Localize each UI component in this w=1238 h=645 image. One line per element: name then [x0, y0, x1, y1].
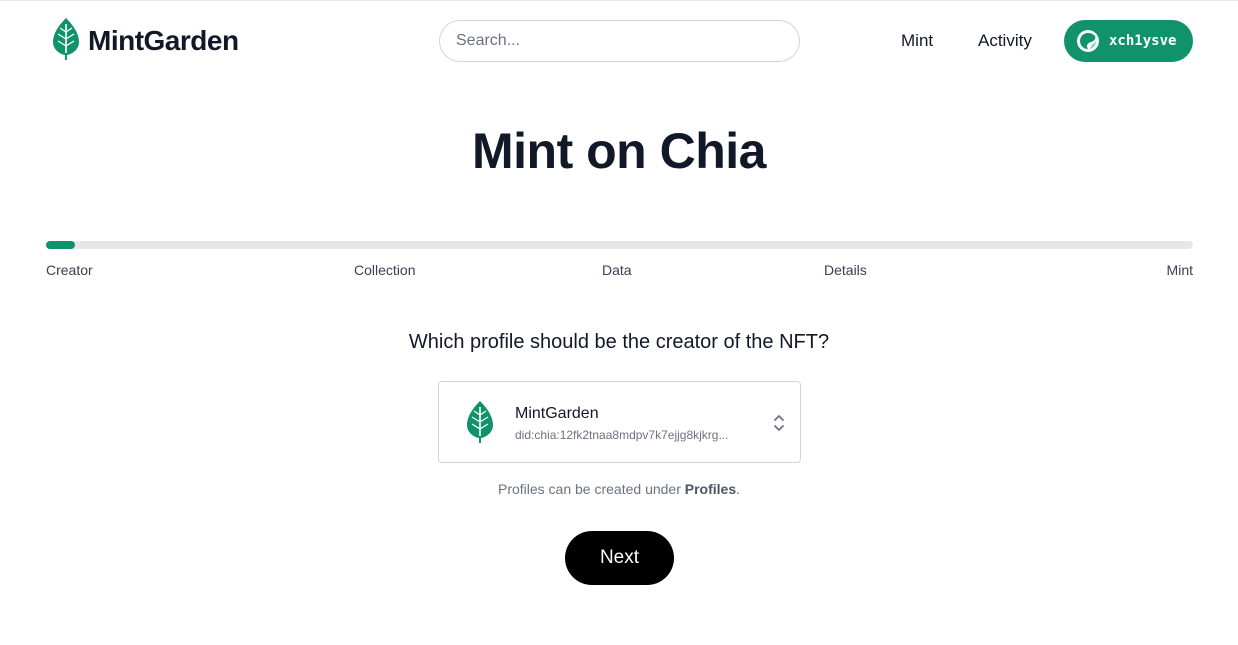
leaf-icon: [53, 17, 79, 65]
step-data: Data: [602, 262, 632, 278]
site-header: MintGarden Mint Activity xch1ysve: [0, 0, 1238, 82]
hint-suffix: .: [736, 481, 741, 497]
profiles-link[interactable]: Profiles: [685, 481, 736, 497]
wallet-button[interactable]: xch1ysve: [1064, 20, 1193, 62]
leaf-icon: [467, 401, 493, 443]
wallet-address: xch1ysve: [1109, 33, 1177, 49]
profiles-hint: Profiles can be created under Profiles.: [0, 481, 1238, 497]
step-details: Details: [824, 262, 867, 278]
profile-select[interactable]: MintGarden did:chia:12fk2tnaa8mdpv7k7ejj…: [438, 381, 801, 463]
progress-fill: [46, 241, 75, 249]
nav-mint-link[interactable]: Mint: [901, 20, 933, 62]
hint-prefix: Profiles can be created under: [497, 481, 685, 497]
logo-text: MintGarden: [88, 25, 239, 56]
step-collection: Collection: [354, 262, 416, 278]
chevron-up-down-icon: [772, 412, 786, 434]
page-title: Mint on Chia: [472, 123, 766, 179]
progress-bar: [46, 241, 1193, 249]
creator-question: Which profile should be the creator of t…: [408, 331, 830, 353]
wallet-avatar-icon: [1076, 29, 1100, 53]
profile-name: MintGarden: [515, 405, 599, 422]
nav-activity-link[interactable]: Activity: [978, 20, 1032, 62]
logo-link[interactable]: MintGarden: [53, 17, 239, 65]
profile-did: did:chia:12fk2tnaa8mdpv7k7ejjg8kjkrg...: [515, 428, 729, 442]
step-mint: Mint: [1166, 262, 1193, 278]
next-button[interactable]: Next: [565, 531, 674, 585]
search-input[interactable]: [439, 20, 800, 62]
step-creator: Creator: [46, 262, 93, 278]
